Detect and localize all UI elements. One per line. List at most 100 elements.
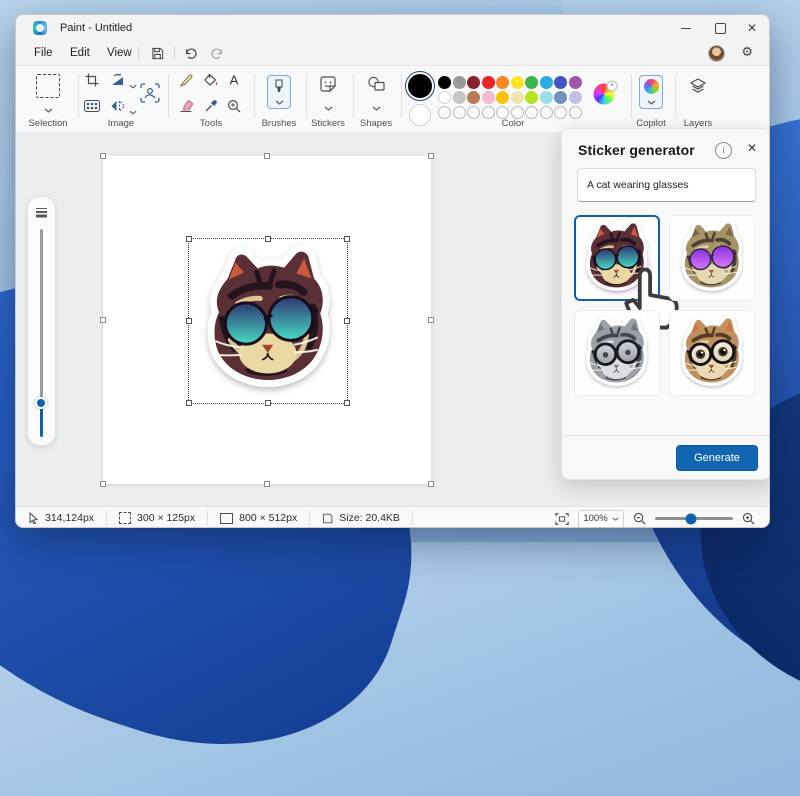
color-swatch[interactable] xyxy=(453,76,466,89)
selection-resize-handle[interactable] xyxy=(265,400,271,406)
canvas-resize-handle[interactable] xyxy=(264,153,270,159)
maximize-button[interactable] xyxy=(703,15,737,41)
chevron-down-icon[interactable] xyxy=(372,106,381,111)
zoom-out-icon[interactable] xyxy=(633,512,646,525)
shapes-button[interactable] xyxy=(367,76,385,92)
color-swatch[interactable] xyxy=(554,91,567,104)
chevron-down-icon[interactable] xyxy=(129,84,137,89)
chevron-down-icon[interactable] xyxy=(324,106,333,111)
color-swatch[interactable] xyxy=(525,76,538,89)
sticker-thumbnail-tan-purple-sunglasses[interactable] xyxy=(669,215,755,301)
chevron-down-icon[interactable] xyxy=(129,110,137,115)
canvas-resize-handle[interactable] xyxy=(428,481,434,487)
selection-resize-handle[interactable] xyxy=(344,236,350,242)
close-button[interactable]: ✕ xyxy=(735,15,769,41)
color-swatch[interactable] xyxy=(540,76,553,89)
canvas-resize-handle[interactable] xyxy=(428,153,434,159)
color-swatch[interactable] xyxy=(438,76,451,89)
color-swatch[interactable] xyxy=(569,76,582,89)
color-swatch[interactable] xyxy=(525,91,538,104)
primary-color-swatch[interactable] xyxy=(408,74,432,98)
fit-to-screen-icon[interactable] xyxy=(555,512,569,526)
color-swatch[interactable] xyxy=(554,76,567,89)
magnifier-tool[interactable] xyxy=(227,99,241,113)
size-slider-track[interactable] xyxy=(40,229,43,415)
color-swatch[interactable] xyxy=(511,91,524,104)
color-slot-empty[interactable] xyxy=(540,106,553,119)
stickers-button[interactable] xyxy=(319,75,337,93)
color-slot-empty[interactable] xyxy=(467,106,480,119)
color-swatch[interactable] xyxy=(438,91,451,104)
cat-sticker-selected[interactable] xyxy=(194,242,344,400)
color-slot-empty[interactable] xyxy=(525,106,538,119)
panel-close-button[interactable]: ✕ xyxy=(747,141,757,155)
color-slot-empty[interactable] xyxy=(554,106,567,119)
menu-edit[interactable]: Edit xyxy=(62,44,98,62)
remove-background-button[interactable] xyxy=(140,83,160,103)
selection-tool[interactable] xyxy=(36,74,60,98)
selection-resize-handle[interactable] xyxy=(344,318,350,324)
color-swatch[interactable] xyxy=(569,91,582,104)
sticker-prompt-input[interactable] xyxy=(577,168,756,202)
brushes-button[interactable] xyxy=(267,75,291,109)
zoom-slider-thumb[interactable] xyxy=(686,513,697,524)
color-slot-empty[interactable] xyxy=(569,106,582,119)
minimize-button[interactable] xyxy=(669,15,703,41)
zoom-in-icon[interactable] xyxy=(742,512,755,525)
secondary-color-swatch[interactable] xyxy=(409,104,431,126)
sticker-thumbnail-gray-round-glasses[interactable] xyxy=(574,310,660,396)
edit-colors-wheel-icon[interactable] xyxy=(594,84,615,105)
size-slider-thumb[interactable] xyxy=(35,397,47,409)
eraser-tool[interactable] xyxy=(179,100,194,113)
fill-tool[interactable] xyxy=(204,73,219,87)
canvas-resize-handle[interactable] xyxy=(100,153,106,159)
canvas-resize-handle[interactable] xyxy=(100,481,106,487)
rotate-button[interactable] xyxy=(110,73,126,87)
color-swatch[interactable] xyxy=(467,91,480,104)
account-avatar[interactable] xyxy=(708,45,725,62)
color-picker-tool[interactable] xyxy=(204,99,218,113)
sticker-thumbnail-tabby-round-glasses[interactable] xyxy=(669,310,755,396)
selection-bounding-box[interactable] xyxy=(188,238,348,404)
color-slot-empty[interactable] xyxy=(453,106,466,119)
undo-button[interactable] xyxy=(180,44,202,62)
zoom-slider-track[interactable] xyxy=(655,517,733,520)
selection-resize-handle[interactable] xyxy=(186,236,192,242)
color-swatch[interactable] xyxy=(467,76,480,89)
zoom-level-dropdown[interactable]: 100% xyxy=(578,510,624,528)
save-button[interactable] xyxy=(146,44,168,62)
copilot-button[interactable] xyxy=(639,75,663,109)
color-swatch[interactable] xyxy=(540,91,553,104)
redo-button[interactable] xyxy=(206,44,228,62)
generate-button[interactable]: Generate xyxy=(676,445,758,471)
color-swatch[interactable] xyxy=(496,76,509,89)
color-slot-empty[interactable] xyxy=(438,106,451,119)
flip-button[interactable] xyxy=(111,99,126,113)
menu-view[interactable]: View xyxy=(99,44,140,62)
info-icon[interactable]: i xyxy=(715,142,732,159)
title-bar[interactable]: Paint - Untitled ✕ xyxy=(16,15,769,41)
canvas-resize-handle[interactable] xyxy=(100,317,106,323)
menu-file[interactable]: File xyxy=(26,44,61,62)
color-slot-empty[interactable] xyxy=(482,106,495,119)
resize-button[interactable] xyxy=(84,100,100,112)
color-swatch[interactable] xyxy=(496,91,509,104)
color-swatch[interactable] xyxy=(453,91,466,104)
layers-button[interactable] xyxy=(689,77,707,95)
color-swatch[interactable] xyxy=(482,91,495,104)
canvas-resize-handle[interactable] xyxy=(264,481,270,487)
drawing-canvas[interactable] xyxy=(103,156,431,484)
selection-resize-handle[interactable] xyxy=(265,236,271,242)
selection-resize-handle[interactable] xyxy=(186,318,192,324)
sticker-thumbnail-tabby-teal-sunglasses-selected[interactable] xyxy=(574,215,660,301)
text-tool[interactable]: A xyxy=(230,73,239,88)
selection-resize-handle[interactable] xyxy=(344,400,350,406)
color-swatch[interactable] xyxy=(511,76,524,89)
chevron-down-icon[interactable] xyxy=(44,108,53,113)
pencil-tool[interactable] xyxy=(179,73,193,87)
canvas-resize-handle[interactable] xyxy=(428,317,434,323)
settings-gear-icon[interactable]: ⚙ xyxy=(741,44,753,60)
color-swatch[interactable] xyxy=(482,76,495,89)
selection-resize-handle[interactable] xyxy=(186,400,192,406)
crop-button[interactable] xyxy=(85,73,100,88)
